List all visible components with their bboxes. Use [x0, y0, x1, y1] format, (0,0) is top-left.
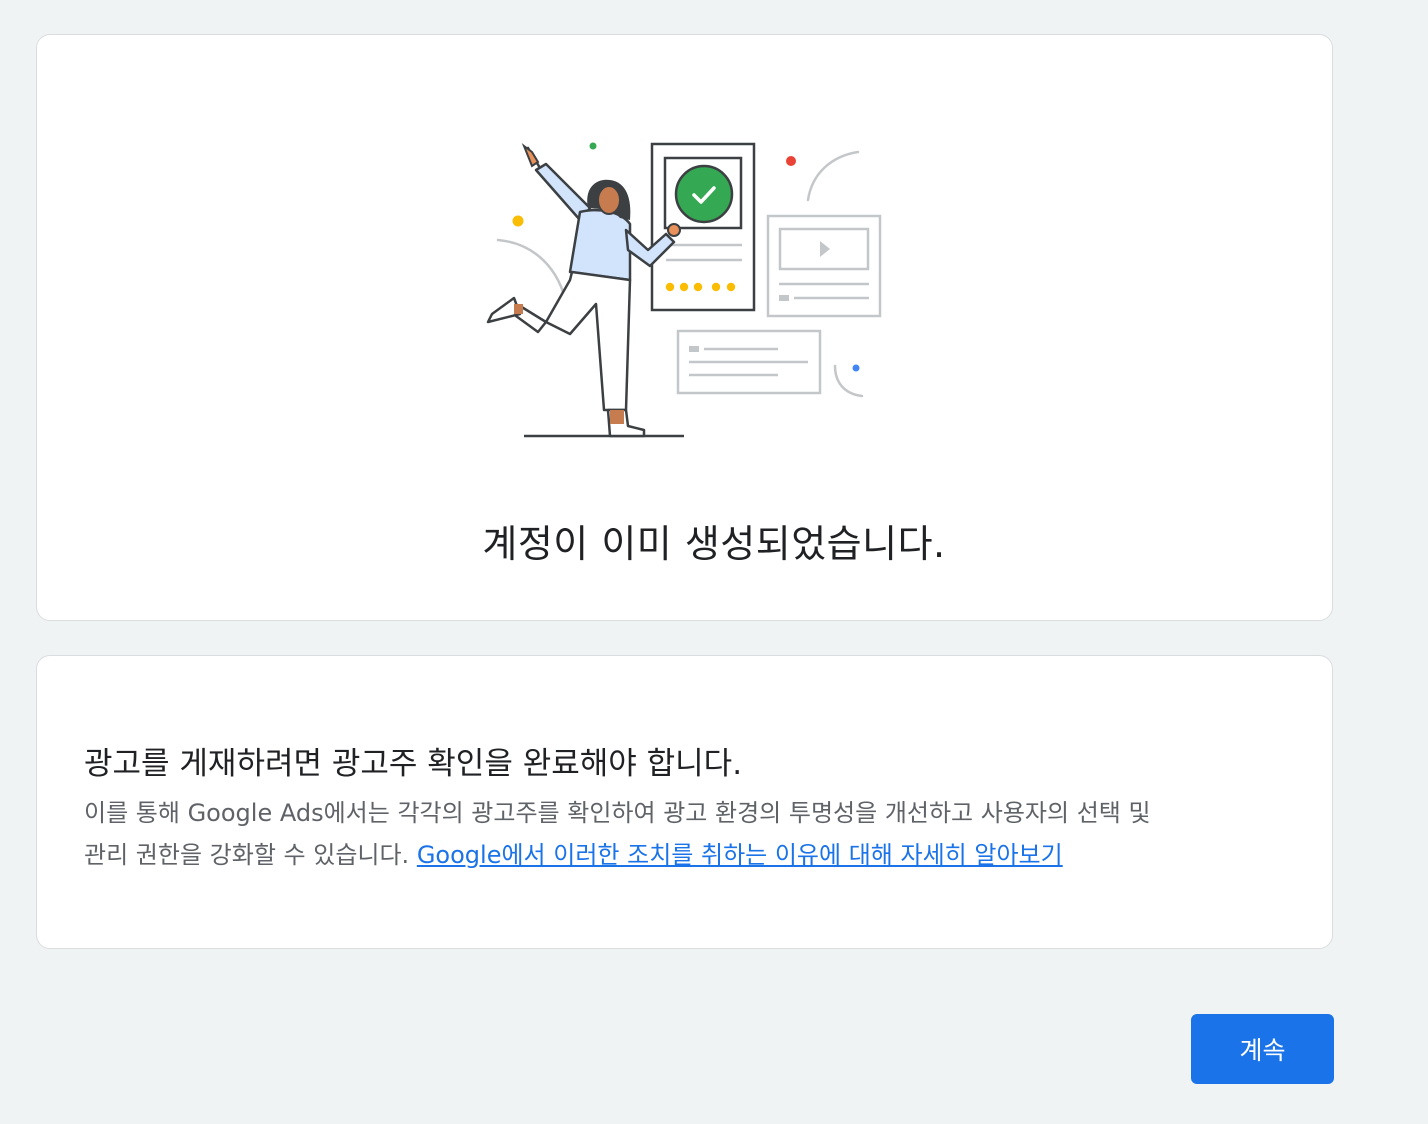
verification-body-line1: 이를 통해 Google Ads에서는 각각의 광고주를 확인하여 광고 환경의…	[84, 799, 1151, 827]
continue-button[interactable]: 계속	[1191, 1014, 1334, 1084]
verification-title: 광고를 게재하려면 광고주 확인을 완료해야 합니다.	[84, 746, 743, 782]
verification-description: 이를 통해 Google Ads에서는 각각의 광고주를 확인하여 광고 환경의…	[84, 792, 1284, 876]
account-created-headline: 계정이 이미 생성되었습니다.	[482, 522, 946, 566]
person-celebrating-checkmark-illustration	[486, 142, 882, 438]
learn-more-link[interactable]: Google에서 이러한 조치를 취하는 이유에 대해 자세히 알아보기	[417, 841, 1063, 869]
verification-body-line2: 관리 권한을 강화할 수 있습니다.	[84, 841, 417, 869]
